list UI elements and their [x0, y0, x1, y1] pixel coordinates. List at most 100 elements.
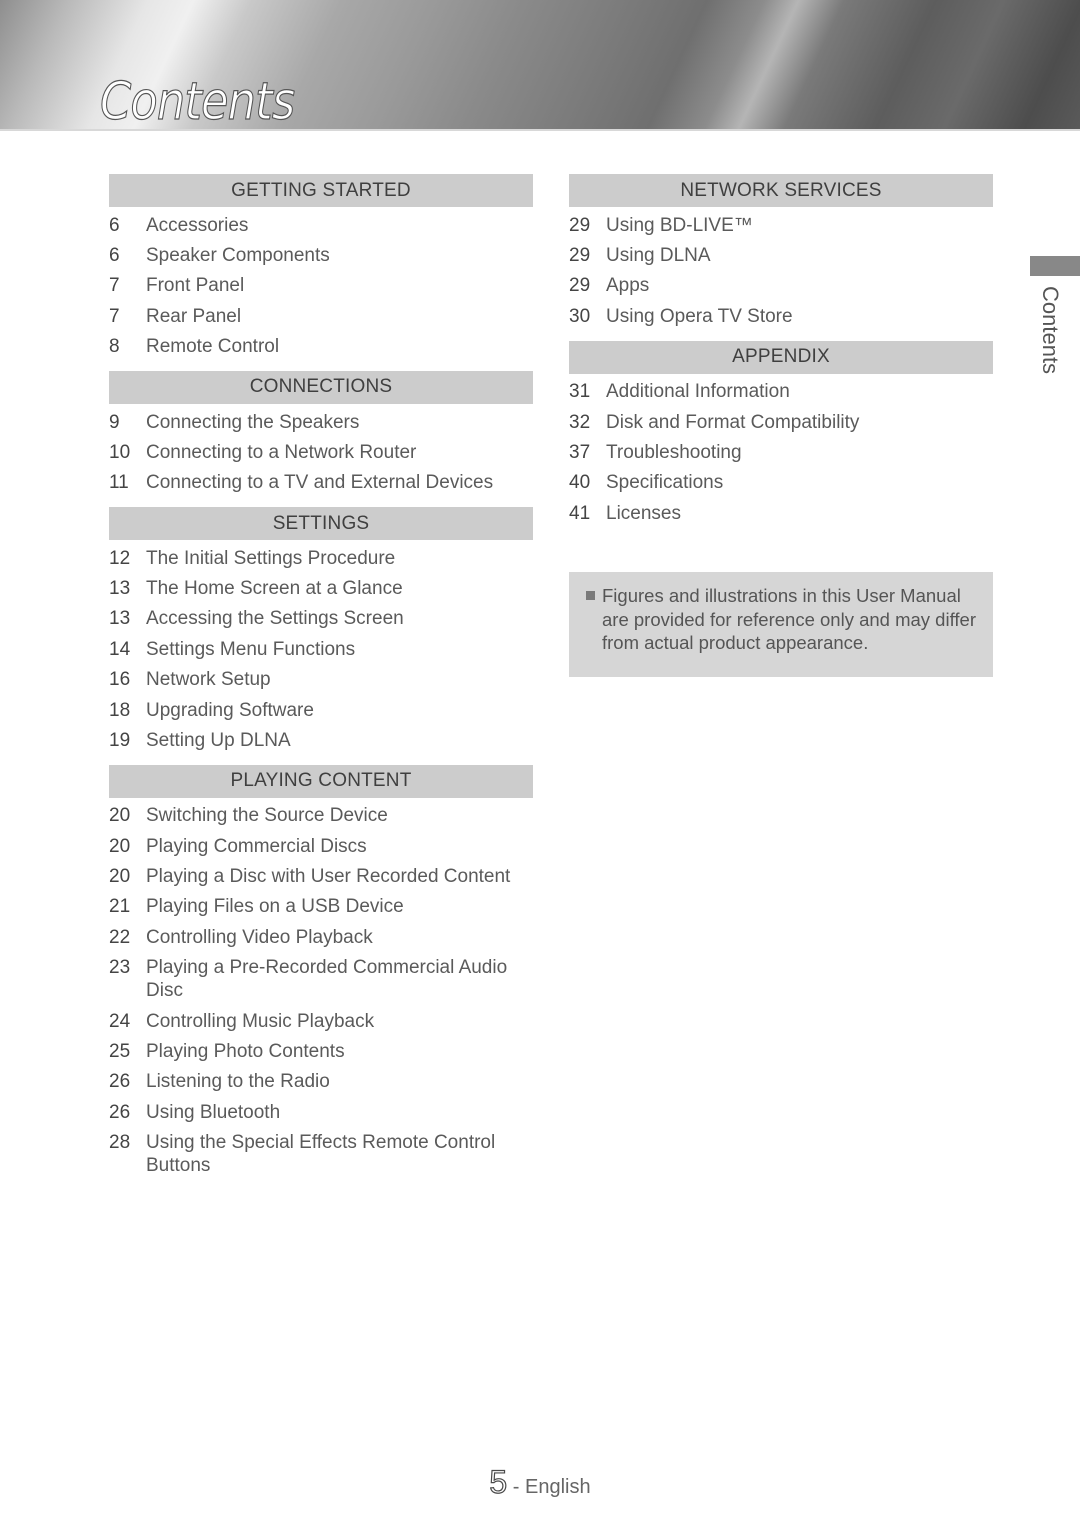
toc-entry[interactable]: 10 Connecting to a Network Router: [109, 437, 533, 467]
toc-entry-title: Specifications: [606, 472, 724, 494]
toc-page-number: 26: [109, 1101, 131, 1123]
toc-entry-title: Settings Menu Functions: [146, 638, 356, 660]
square-bullet-icon: [586, 591, 595, 601]
toc-entry-title: Remote Control: [146, 336, 280, 358]
toc-page-number: 19: [109, 729, 131, 751]
side-tab-marker: [1030, 256, 1080, 276]
toc-entry[interactable]: 28 Using the Special Effects Remote Contr…: [109, 1127, 533, 1180]
toc-page-number: 31: [569, 381, 591, 403]
toc-entry[interactable]: 22 Controlling Video Playback: [109, 922, 533, 952]
toc-right-column: NETWORK SERVICES 29 Using BD-LIVE™ 29 Using …: [569, 174, 993, 678]
toc-entry-title: Additional Information: [606, 381, 790, 403]
toc-entry[interactable]: 13 Accessing the Settings Screen: [109, 604, 533, 634]
toc-list: 29 Using BD-LIVE™ 29 Using DLNA 29 Apps 30 Usin…: [569, 210, 993, 332]
toc-entry[interactable]: 26 Listening to the Radio: [109, 1067, 533, 1097]
toc-entry[interactable]: 26 Using Bluetooth: [109, 1097, 533, 1127]
toc-entry[interactable]: 30 Using Opera TV Store: [569, 301, 993, 331]
toc-entry[interactable]: 7 Front Panel: [109, 271, 533, 301]
toc-entry[interactable]: 21 Playing Files on a USB Device: [109, 892, 533, 922]
toc-entry[interactable]: 8 Remote Control: [109, 332, 533, 362]
toc-entry[interactable]: 31 Additional Information: [569, 377, 993, 407]
toc-page-number: 6: [109, 214, 120, 236]
toc-entry-title: Playing Photo Contents: [146, 1040, 345, 1062]
toc-entry[interactable]: 13 The Home Screen at a Glance: [109, 573, 533, 603]
toc-entry-title: Playing Commercial Discs: [146, 835, 367, 857]
toc-entry-title: Using Opera TV Store: [606, 305, 793, 327]
toc-page-number: 7: [109, 305, 120, 327]
toc-entry-title: The Home Screen at a Glance: [146, 578, 403, 600]
toc-page-number: 7: [109, 275, 120, 297]
toc-page-number: 11: [109, 472, 129, 494]
toc-entry-title: Accessories: [146, 214, 249, 236]
toc-page-number: 12: [109, 547, 131, 569]
toc-page-number: 9: [109, 411, 120, 433]
toc-entry-title: Troubleshooting: [606, 441, 742, 463]
toc-entry[interactable]: 18 Upgrading Software: [109, 695, 533, 725]
toc-entry[interactable]: 29 Apps: [569, 271, 993, 301]
toc-section: NETWORK SERVICES 29 Using BD-LIVE™ 29 Using …: [569, 174, 993, 332]
toc-entry-title: Network Setup: [146, 669, 271, 691]
toc-entry[interactable]: 40 Specifications: [569, 468, 993, 498]
toc-entry-title: Licenses: [606, 502, 681, 524]
toc-page-number: 23: [109, 957, 131, 979]
toc-page-number: 13: [109, 578, 131, 600]
page-title: Contents: [99, 72, 295, 132]
toc-entry[interactable]: 41 Licenses: [569, 498, 993, 528]
toc-entry[interactable]: 37 Troubleshooting: [569, 437, 993, 467]
toc-list: 20 Switching the Source Device 20 Playing C…: [109, 801, 533, 1181]
toc-entry[interactable]: 20 Playing a Disc with User Recorded Cont…: [109, 861, 533, 891]
toc-page-number: 6: [109, 245, 120, 267]
toc-entry-title: Controlling Video Playback: [146, 926, 373, 948]
toc-entry[interactable]: 24 Controlling Music Playback: [109, 1006, 533, 1036]
toc-page-number: 20: [109, 835, 131, 857]
toc-entry-title: Setting Up DLNA: [146, 729, 291, 751]
toc-list: 31 Additional Information 32 Disk and Forma…: [569, 377, 993, 529]
toc-entry[interactable]: 32 Disk and Format Compatibility: [569, 407, 993, 437]
toc-entry-title: Using DLNA: [606, 245, 711, 267]
toc-entry[interactable]: 29 Using BD-LIVE™: [569, 210, 993, 240]
toc-page-number: 29: [569, 214, 591, 236]
toc-entry[interactable]: 29 Using DLNA: [569, 240, 993, 270]
toc-entry-title: Using Bluetooth: [146, 1101, 281, 1123]
section-heading: NETWORK SERVICES: [569, 174, 993, 207]
section-heading: CONNECTIONS: [109, 370, 533, 404]
toc-entry-title: Connecting to a Network Router: [146, 441, 417, 463]
toc-entry-title: Using BD-LIVE™: [606, 214, 753, 236]
toc-entry[interactable]: 25 Playing Photo Contents: [109, 1036, 533, 1066]
toc-entry[interactable]: 20 Switching the Source Device: [109, 801, 533, 831]
toc-page-number: 37: [569, 441, 591, 463]
toc-entry-title: Playing Files on a USB Device: [146, 896, 404, 918]
toc-entry[interactable]: 19 Setting Up DLNA: [109, 725, 533, 755]
toc-entry[interactable]: 6 Accessories: [109, 210, 533, 240]
toc-entry[interactable]: 7 Rear Panel: [109, 301, 533, 331]
toc-entry[interactable]: 11 Connecting to a TV and External Device…: [109, 468, 533, 498]
toc-entry[interactable]: 14 Settings Menu Functions: [109, 634, 533, 664]
section-heading: PLAYING CONTENT: [109, 764, 533, 798]
toc-page-number: 24: [109, 1010, 131, 1032]
toc-page-number: 29: [569, 245, 591, 267]
toc-section: SETTINGS 12 The Initial Settings Procedure…: [109, 507, 533, 756]
toc-entry-title: Playing a Pre-Recorded Commercial Audio …: [146, 957, 508, 1002]
toc-page-number: 25: [109, 1040, 131, 1062]
toc-entry-title: Switching the Source Device: [146, 805, 388, 827]
toc-entry[interactable]: 6 Speaker Components: [109, 240, 533, 270]
section-heading: SETTINGS: [109, 507, 533, 540]
toc-page-number: 20: [109, 805, 131, 827]
toc-entry-title: Front Panel: [146, 275, 245, 297]
toc-section: CONNECTIONS 9 Connecting the Speakers 10 Con…: [109, 370, 533, 498]
toc-entry-title: Speaker Components: [146, 245, 330, 267]
toc-entry[interactable]: 16 Network Setup: [109, 665, 533, 695]
toc-page-number: 30: [569, 305, 591, 327]
page-number: 5: [489, 1463, 508, 1500]
toc-entry-title: Using the Special Effects Remote Control…: [146, 1132, 496, 1177]
header-banner: Contents: [0, 0, 1080, 131]
toc-page-number: 40: [569, 472, 591, 494]
note-text: Figures and illustrations in this User M…: [602, 585, 976, 654]
toc-entry[interactable]: 23 Playing a Pre-Recorded Commercial Audi…: [109, 953, 533, 1006]
toc-page-number: 8: [109, 336, 120, 358]
toc-page-number: 10: [109, 441, 131, 463]
toc-entry[interactable]: 20 Playing Commercial Discs: [109, 831, 533, 861]
footer-language: English: [524, 1476, 591, 1498]
toc-entry[interactable]: 9 Connecting the Speakers: [109, 407, 533, 437]
toc-entry[interactable]: 12 The Initial Settings Procedure: [109, 543, 533, 573]
